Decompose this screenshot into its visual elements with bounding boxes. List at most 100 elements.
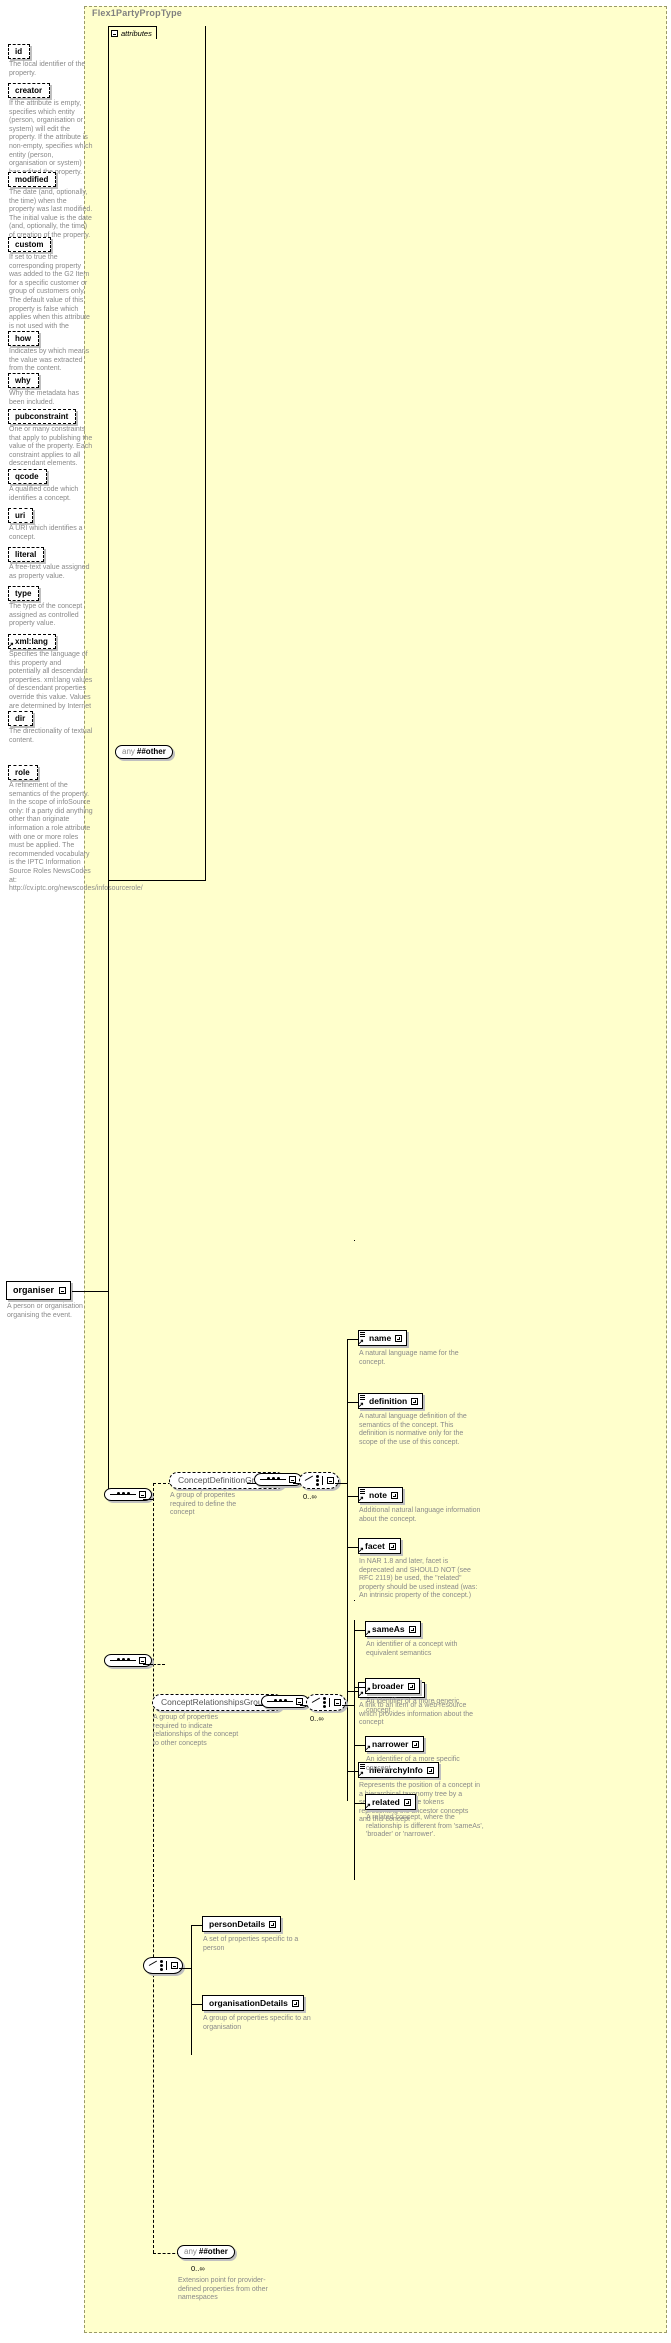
element-narrower[interactable]: narrower ↗	[365, 1736, 425, 1752]
connector-sequence-out	[143, 1499, 153, 1500]
attributes-tab-label: attributes	[121, 28, 152, 38]
expand-related-icon[interactable]	[403, 1798, 411, 1806]
expand-facet-icon[interactable]	[388, 1542, 396, 1550]
element-persondetails-description: A set of properties specific to a person	[203, 1936, 299, 1952]
element-organiser[interactable]: organiser	[6, 1281, 72, 1300]
complextype-title: Flex1PartyPropType	[92, 8, 182, 18]
element-organiser-description: A person or organisation organising the …	[7, 1303, 83, 1319]
attribute-dir[interactable]: dir	[8, 711, 34, 726]
collapse-sequence-mid-icon[interactable]	[139, 1657, 146, 1664]
attribute-pubconstraint-description: One or many constraints that apply to pu…	[9, 426, 93, 468]
element-any-other-extension[interactable]: any ##other	[177, 2245, 235, 2259]
sequence-compositor-mid[interactable]	[104, 1654, 152, 1667]
element-organisationdetails[interactable]: organisationDetails	[202, 1995, 304, 2011]
expand-name-icon[interactable]	[395, 1334, 403, 1342]
attribute-xml-lang[interactable]: xml:lang ↗	[8, 634, 56, 649]
sequence-compositor-crg[interactable]	[261, 1695, 309, 1708]
sequence-icon	[110, 1491, 136, 1498]
connector-crg-bus	[354, 1620, 355, 1880]
attribute-id-description: The local identifier of the property.	[9, 61, 86, 77]
element-any-other-extension-description: Extension point for provider-defined pro…	[178, 2277, 268, 2302]
reference-arrow-icon: ↗	[365, 1803, 371, 1810]
element-definition-description: A natural language definition of the sem…	[359, 1413, 467, 1446]
connector-spine-to-sequence	[108, 1291, 109, 1499]
collapse-choice-details-icon[interactable]	[171, 1962, 178, 1969]
connector-cdg-choice-out	[335, 1483, 347, 1484]
attribute-type[interactable]: type	[8, 586, 40, 601]
attribute-role[interactable]: role	[8, 765, 38, 780]
element-note-description: Additional natural language information …	[359, 1507, 481, 1523]
choice-compositor-crg[interactable]	[306, 1694, 346, 1711]
attribute-custom[interactable]: custom	[8, 237, 52, 252]
collapse-sequence-icon[interactable]	[139, 1491, 146, 1498]
group-conceptrelationshipsgroup-label: ConceptRelationshipsGroup	[161, 1697, 268, 1707]
element-persondetails[interactable]: personDetails	[202, 1916, 282, 1932]
element-name-description: A natural language name for the concept.	[359, 1350, 459, 1366]
element-name[interactable]: name ↗	[358, 1330, 408, 1346]
expand-definition-icon[interactable]	[411, 1397, 419, 1405]
element-related-description: A related concept, where the relationshi…	[366, 1814, 484, 1839]
reference-arrow-icon: ↗	[365, 1687, 371, 1694]
attribute-uri-description: A URI which identifies a concept.	[9, 525, 83, 541]
collapse-choice-crg-icon[interactable]	[334, 1699, 341, 1706]
sequence-icon	[110, 1657, 136, 1664]
choice-compositor-details[interactable]	[143, 1957, 183, 1974]
attribute-creator-description: If the attribute is empty, specifies whi…	[9, 100, 93, 176]
connector-crg-bus-v	[354, 1600, 355, 1601]
attribute-literal[interactable]: literal	[8, 547, 45, 562]
collapse-organiser-icon[interactable]	[59, 1287, 67, 1294]
attribute-uri[interactable]: uri	[8, 508, 34, 523]
attribute-qcode-description: A qualified code which identifies a conc…	[9, 486, 79, 502]
attributes-tab[interactable]: attributes	[108, 26, 157, 39]
connector-details-out	[179, 1968, 191, 1969]
reference-arrow-icon: ↗	[358, 1402, 364, 1409]
attribute-literal-description: A free-text value assigned as property v…	[9, 564, 90, 580]
attribute-qcode[interactable]: qcode	[8, 469, 47, 484]
collapse-attributes-icon[interactable]	[111, 29, 118, 37]
expand-persondetails-icon[interactable]	[269, 1920, 277, 1928]
attribute-creator[interactable]: creator	[8, 83, 51, 98]
cardinality-cdg: 0..∞	[303, 1492, 317, 1501]
reference-arrow-icon: ↗	[365, 1745, 371, 1752]
element-narrower-description: An identifier of a more specific concept…	[366, 1756, 460, 1772]
attribute-type-description: The type of the concept assigned as cont…	[9, 603, 83, 628]
sequence-icon	[267, 1698, 293, 1705]
attribute-how[interactable]: how	[8, 331, 39, 346]
reference-arrow-icon: ↗	[358, 1771, 364, 1778]
attribute-why[interactable]: why	[8, 373, 39, 388]
collapse-choice-cdg-icon[interactable]	[327, 1477, 334, 1484]
cardinality-extension: 0..∞	[191, 2264, 205, 2273]
sequence-compositor-cdg[interactable]	[254, 1473, 302, 1486]
element-related[interactable]: related ↗	[365, 1794, 416, 1810]
connector-spine-left	[108, 705, 109, 1292]
element-definition[interactable]: definition ↗	[358, 1393, 424, 1409]
attribute-pubconstraint[interactable]: pubconstraint	[8, 409, 77, 424]
expand-broader-icon[interactable]	[407, 1682, 415, 1690]
expand-sameas-icon[interactable]	[408, 1625, 416, 1633]
element-facet[interactable]: facet ↗	[358, 1538, 401, 1554]
choice-compositor-cdg[interactable]	[299, 1472, 339, 1489]
connector-branch-conceptrelationships	[153, 1664, 165, 1665]
reference-arrow-icon: ↗	[8, 642, 14, 649]
reference-arrow-icon: ↗	[358, 1547, 364, 1554]
element-organiser-label: organiser	[13, 1285, 55, 1295]
connector-branch-extension	[153, 2253, 180, 2254]
group-conceptdefinitiongroup-description: A group of properites required to define…	[170, 1492, 237, 1517]
connector-mid-seq-out	[143, 1664, 153, 1665]
expand-note-icon[interactable]	[390, 1491, 398, 1499]
collapse-sequence-cdg-icon[interactable]	[289, 1476, 296, 1483]
expand-organisationdetails-icon[interactable]	[291, 1999, 299, 2007]
collapse-sequence-crg-icon[interactable]	[296, 1698, 303, 1705]
connector-details-bus	[191, 1925, 192, 2055]
expand-narrower-icon[interactable]	[412, 1740, 420, 1748]
reference-arrow-icon: ↗	[358, 1496, 364, 1503]
element-sameas-description: An identifier of a concept with equivale…	[366, 1641, 458, 1657]
element-note[interactable]: note ↗	[358, 1487, 403, 1503]
element-sameas[interactable]: sameAs ↗	[365, 1621, 421, 1637]
attribute-id[interactable]: id	[8, 44, 31, 59]
element-broader[interactable]: broader ↗	[365, 1678, 420, 1694]
attribute-modified-description: The date (and, optionally, the time) whe…	[9, 189, 93, 239]
choice-icon	[304, 1475, 324, 1486]
attribute-any-other[interactable]: any ##other	[115, 745, 173, 759]
attribute-modified[interactable]: modified	[8, 172, 57, 187]
